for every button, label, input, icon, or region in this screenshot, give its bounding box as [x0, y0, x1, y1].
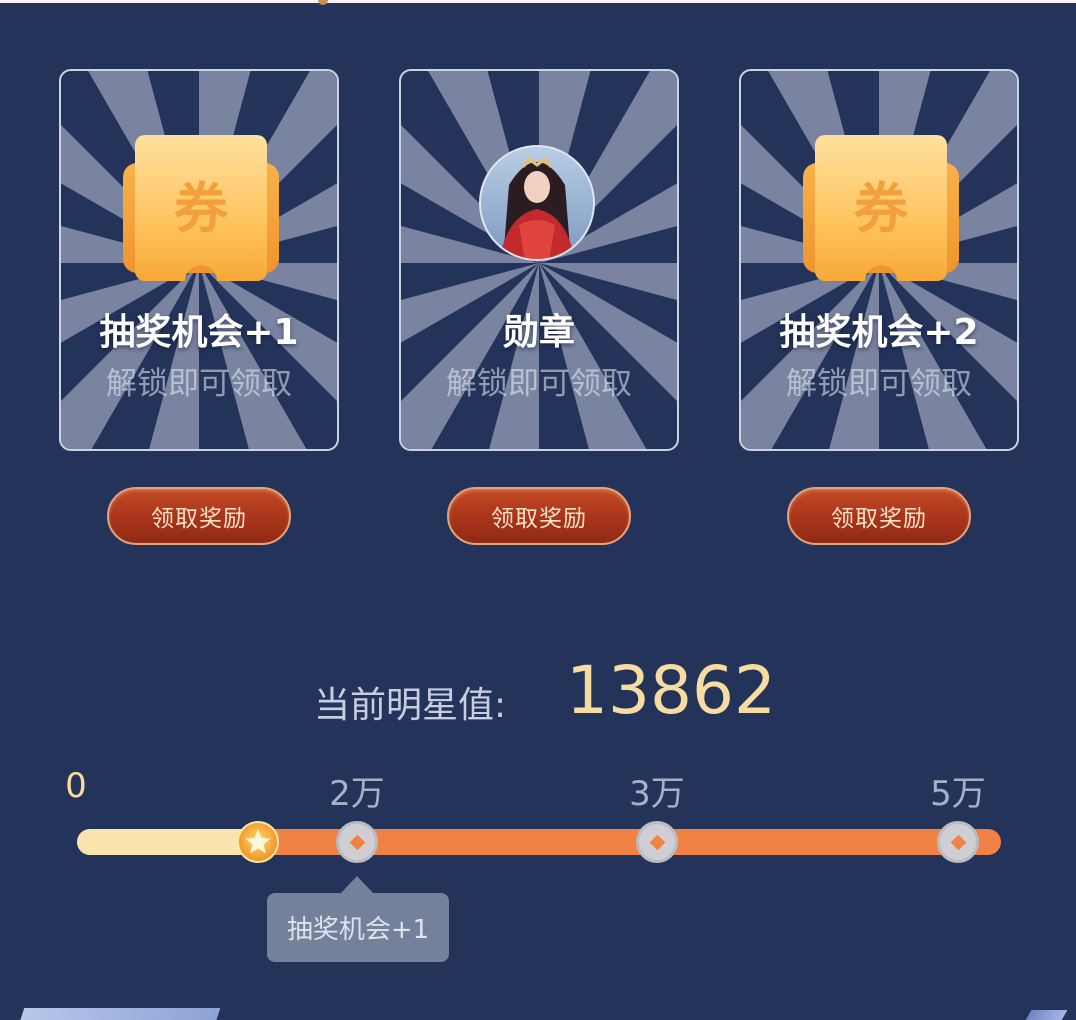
star-value-label: 当前明星值: — [314, 685, 507, 726]
progress-tick-label-0: 0 — [65, 766, 87, 806]
svg-text:券: 券 — [854, 177, 909, 240]
ticket-icon: 券 — [123, 135, 279, 281]
milestone-tooltip: 抽奖机会+1 — [267, 893, 449, 962]
reward-title: 勋章 — [502, 312, 575, 353]
svg-text:券: 券 — [174, 177, 229, 240]
ticket-icon: 券 — [803, 135, 959, 281]
reward-card-lottery-2: 券 抽奖机会+2 解锁即可领取 — [739, 69, 1019, 451]
reward-title: 抽奖机会+1 — [99, 312, 299, 353]
star-value-number: 13862 — [566, 652, 776, 729]
progress-tick-label-30000: 3万 — [629, 774, 685, 814]
diamond-icon — [950, 834, 966, 850]
milestone-node-20000[interactable] — [336, 821, 378, 863]
claim-reward-button-3[interactable]: 领取奖励 — [787, 487, 971, 545]
bottom-decoration-left — [19, 1008, 221, 1020]
reward-card-badge: 勋章 解锁即可领取 — [399, 69, 679, 451]
reward-subtitle: 解锁即可领取 — [446, 366, 632, 402]
progress-tick-label-50000: 5万 — [930, 774, 986, 814]
progress-track — [77, 829, 1001, 855]
tooltip-arrow — [340, 876, 374, 894]
claim-reward-button-2[interactable]: 领取奖励 — [447, 487, 631, 545]
progress-fill — [77, 829, 259, 855]
star-marker-icon — [237, 821, 280, 863]
reward-subtitle: 解锁即可领取 — [786, 366, 972, 402]
reward-card-lottery-1: 券 抽奖机会+1 解锁即可领取 — [59, 69, 339, 451]
bottom-decoration-right — [1024, 1010, 1068, 1020]
top-divider — [0, 0, 1076, 3]
star-value-row: 当前明星值: 13862 — [0, 650, 1076, 730]
top-decoration — [318, 0, 328, 5]
progress-tick-label-20000: 2万 — [329, 774, 385, 814]
badge-avatar — [479, 145, 595, 261]
reward-subtitle: 解锁即可领取 — [106, 366, 292, 402]
milestone-node-30000[interactable] — [636, 821, 678, 863]
diamond-icon — [649, 834, 665, 850]
claim-reward-button-1[interactable]: 领取奖励 — [107, 487, 291, 545]
diamond-icon — [349, 834, 365, 850]
milestone-node-50000[interactable] — [937, 821, 979, 863]
reward-progress-page: 券 抽奖机会+1 解锁即可领取 勋章 解锁即可领取 券 抽奖机会+2 解锁即可领… — [0, 0, 1076, 1020]
reward-title: 抽奖机会+2 — [779, 312, 979, 353]
